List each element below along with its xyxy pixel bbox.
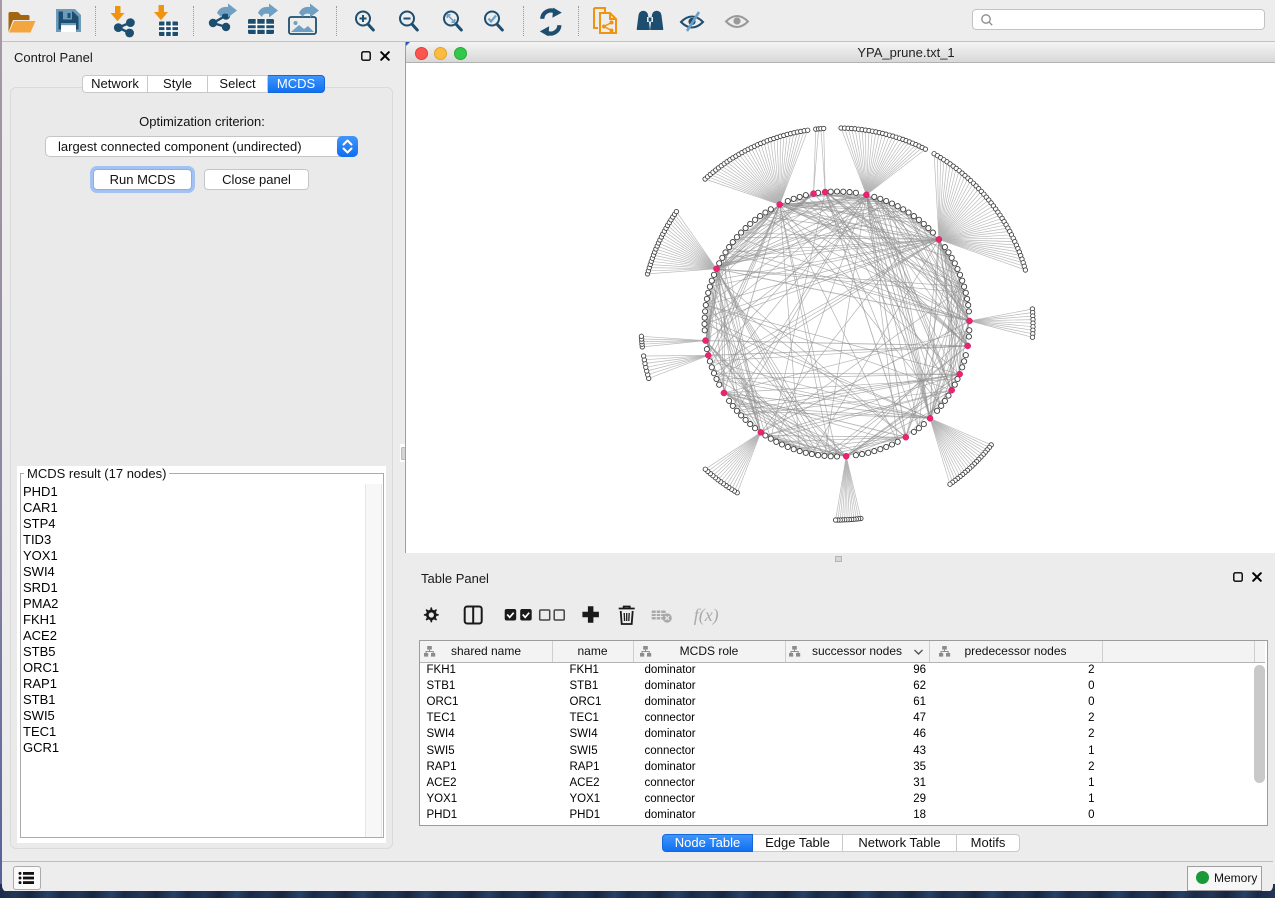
- svg-text:f(x): f(x): [694, 605, 719, 626]
